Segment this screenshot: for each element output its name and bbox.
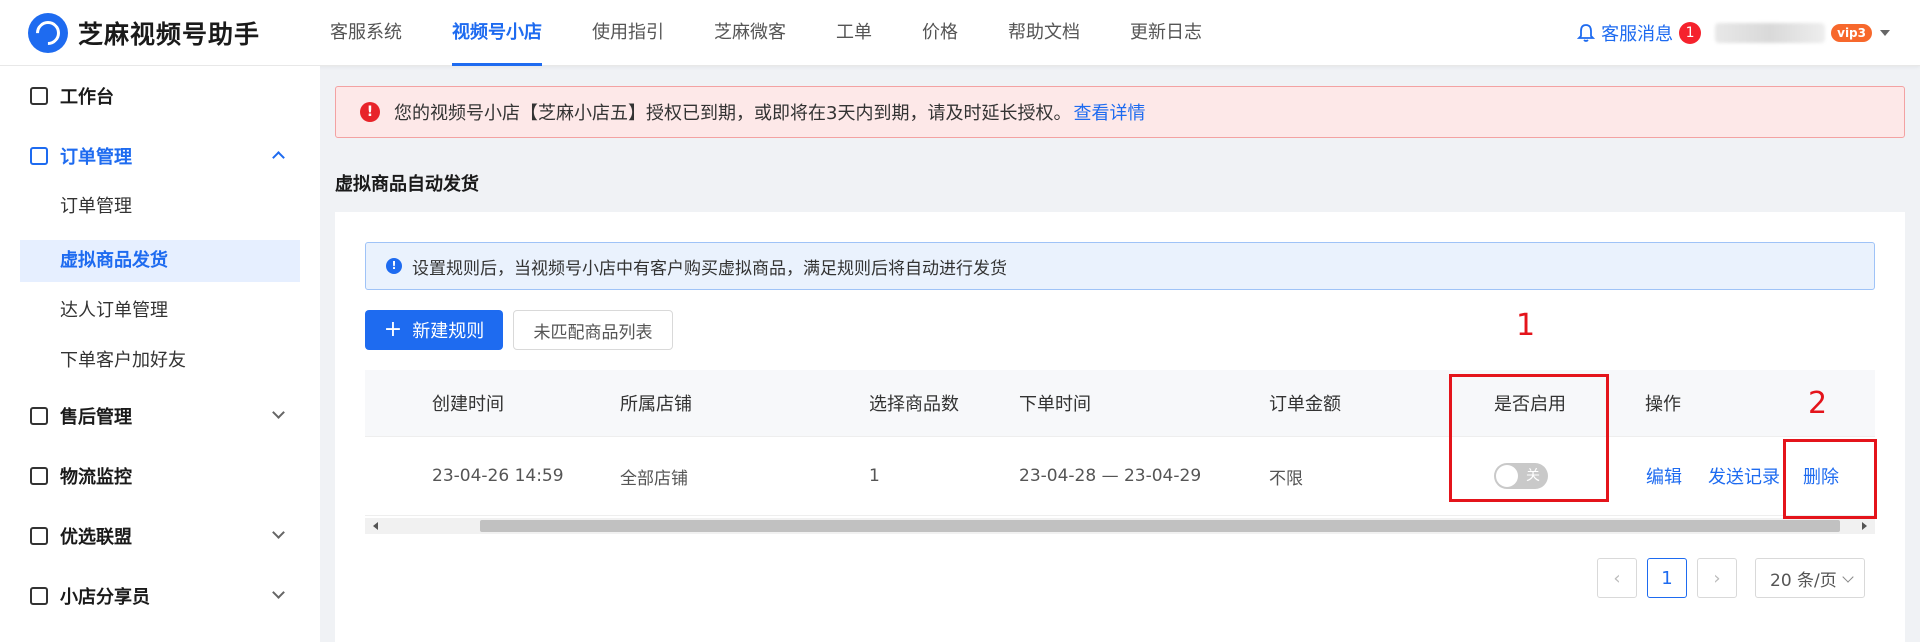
message-count-badge: 1 xyxy=(1679,22,1702,44)
nav-video-shop[interactable]: 视频号小店 xyxy=(452,0,542,66)
sidebar-item-label: 售后管理 xyxy=(60,407,132,428)
header-right: 客服消息 1 vip3 xyxy=(1576,0,1890,66)
col-product-count: 选择商品数 xyxy=(869,394,959,415)
page-size-value: 20 条/页 xyxy=(1770,570,1837,591)
col-order-amount: 订单金额 xyxy=(1269,394,1341,415)
sidebar-subitem-virtual-delivery[interactable]: 虚拟商品发货 xyxy=(20,240,300,282)
customer-messages-link[interactable]: 客服消息 xyxy=(1601,20,1673,46)
chat-bubble-icon xyxy=(28,13,68,53)
info-icon: ! xyxy=(386,258,402,274)
info-banner: ! 设置规则后，当视频号小店中有客户购买虚拟商品，满足规则后将自动进行发货 xyxy=(365,242,1875,290)
sidebar-item-sharer[interactable]: 小店分享员 xyxy=(0,576,320,616)
brand-name: 芝麻视频号助手 xyxy=(78,20,261,49)
table-row: 23-04-26 14:59 全部店铺 1 23-04-28 — 23-04-2… xyxy=(365,436,1875,516)
sidebar-item-label: 物流监控 xyxy=(60,467,132,488)
nav-ticket[interactable]: 工单 xyxy=(836,0,872,66)
vip-badge: vip3 xyxy=(1831,24,1872,42)
send-log-link[interactable]: 发送记录 xyxy=(1708,463,1780,489)
bell-icon[interactable] xyxy=(1576,23,1596,43)
user-name-blurred[interactable] xyxy=(1715,23,1826,43)
sidebar-item-after-sales[interactable]: 售后管理 xyxy=(0,396,320,436)
col-shop: 所属店铺 xyxy=(620,394,692,415)
content-panel: ! 设置规则后，当视频号小店中有客户购买虚拟商品，满足规则后将自动进行发货 + … xyxy=(335,212,1905,642)
nav-help-docs[interactable]: 帮助文档 xyxy=(1008,0,1080,66)
scrollbar-thumb[interactable] xyxy=(480,520,1840,532)
nav-pricing[interactable]: 价格 xyxy=(922,0,958,66)
next-page-button[interactable]: › xyxy=(1697,558,1737,598)
after-sales-icon xyxy=(30,407,48,425)
expiry-alert: ! 您的视频号小店【芝麻小店五】授权已到期，或即将在3天内到期，请及时延长授权。… xyxy=(335,86,1905,138)
chevron-down-icon xyxy=(272,526,285,539)
annotation-box-2 xyxy=(1783,439,1877,519)
error-icon: ! xyxy=(360,102,380,122)
horizontal-scrollbar[interactable] xyxy=(365,518,1875,534)
sidebar: 工作台 订单管理 订单管理 虚拟商品发货 达人订单管理 下单客户加好友 售后管理… xyxy=(0,66,320,642)
scroll-left-icon[interactable] xyxy=(373,522,378,530)
nav-changelog[interactable]: 更新日志 xyxy=(1130,0,1202,66)
table-header: 创建时间 所属店铺 选择商品数 下单时间 订单金额 是否启用 操作 xyxy=(365,370,1875,436)
sidebar-item-logistics[interactable]: 物流监控 xyxy=(0,456,320,496)
cell-order-amount: 不限 xyxy=(1269,468,1303,489)
annotation-number-2: 2 xyxy=(1808,386,1828,421)
shield-icon xyxy=(30,527,48,545)
cell-created-time: 23-04-26 14:59 xyxy=(432,466,564,486)
sidebar-item-order-management[interactable]: 订单管理 xyxy=(0,136,320,176)
new-rule-button[interactable]: + 新建规则 xyxy=(365,310,503,350)
col-operations: 操作 xyxy=(1645,394,1681,415)
page-1-button[interactable]: 1 xyxy=(1647,558,1687,598)
clipboard-icon xyxy=(30,147,48,165)
info-message: 设置规则后，当视频号小店中有客户购买虚拟商品，满足规则后将自动进行发货 xyxy=(412,258,1007,279)
sidebar-item-workbench[interactable]: 工作台 xyxy=(0,76,320,116)
brand-logo[interactable]: 芝麻视频号助手 xyxy=(28,12,260,54)
chevron-down-icon xyxy=(1842,571,1854,583)
cell-operations: 编辑 xyxy=(1646,437,1682,515)
sidebar-item-label: 优选联盟 xyxy=(60,527,132,548)
chevron-down-icon xyxy=(272,406,285,419)
page-size-select[interactable]: 20 条/页 xyxy=(1755,558,1865,598)
sidebar-subitem-orders[interactable]: 订单管理 xyxy=(20,186,300,228)
cell-operations-send-log: 发送记录 xyxy=(1708,437,1780,515)
cell-shop: 全部店铺 xyxy=(620,468,688,489)
sidebar-subitem-influencer-orders[interactable]: 达人订单管理 xyxy=(20,290,300,332)
col-created-time: 创建时间 xyxy=(432,394,504,415)
monitor-icon xyxy=(30,87,48,105)
sidebar-item-label: 订单管理 xyxy=(60,147,132,168)
plus-icon: + xyxy=(383,317,403,342)
cell-order-time: 23-04-28 — 23-04-29 xyxy=(1019,466,1202,486)
sidebar-item-label: 小店分享员 xyxy=(60,587,150,608)
alert-message: 您的视频号小店【芝麻小店五】授权已到期，或即将在3天内到期，请及时延长授权。 xyxy=(394,103,1072,124)
cell-product-count: 1 xyxy=(869,466,880,486)
nav-customer-service[interactable]: 客服系统 xyxy=(330,0,402,66)
nav-zhima-weike[interactable]: 芝麻微客 xyxy=(714,0,786,66)
col-order-time: 下单时间 xyxy=(1019,394,1091,415)
edit-link[interactable]: 编辑 xyxy=(1646,463,1682,489)
top-bar: 芝麻视频号助手 客服系统 视频号小店 使用指引 芝麻微客 工单 价格 帮助文档 … xyxy=(0,0,1920,66)
prev-page-button[interactable]: ‹ xyxy=(1597,558,1637,598)
chevron-down-icon xyxy=(272,586,285,599)
view-details-link[interactable]: 查看详情 xyxy=(1073,99,1145,125)
top-nav: 客服系统 视频号小店 使用指引 芝麻微客 工单 价格 帮助文档 更新日志 xyxy=(330,0,1252,66)
sidebar-subitem-add-customer-friends[interactable]: 下单客户加好友 xyxy=(20,340,300,382)
truck-icon xyxy=(30,467,48,485)
annotation-box-1 xyxy=(1449,374,1609,502)
share-users-icon xyxy=(30,587,48,605)
unmatched-products-button[interactable]: 未匹配商品列表 xyxy=(513,310,673,350)
sidebar-item-alliance[interactable]: 优选联盟 xyxy=(0,516,320,556)
chevron-up-icon xyxy=(272,151,285,164)
user-menu-caret-icon[interactable] xyxy=(1880,30,1890,36)
sidebar-item-label: 工作台 xyxy=(60,87,114,108)
annotation-number-1: 1 xyxy=(1516,308,1536,343)
page-title: 虚拟商品自动发货 xyxy=(335,174,479,195)
new-rule-label: 新建规则 xyxy=(412,321,485,342)
nav-guide[interactable]: 使用指引 xyxy=(592,0,664,66)
scroll-right-icon[interactable] xyxy=(1862,522,1867,530)
